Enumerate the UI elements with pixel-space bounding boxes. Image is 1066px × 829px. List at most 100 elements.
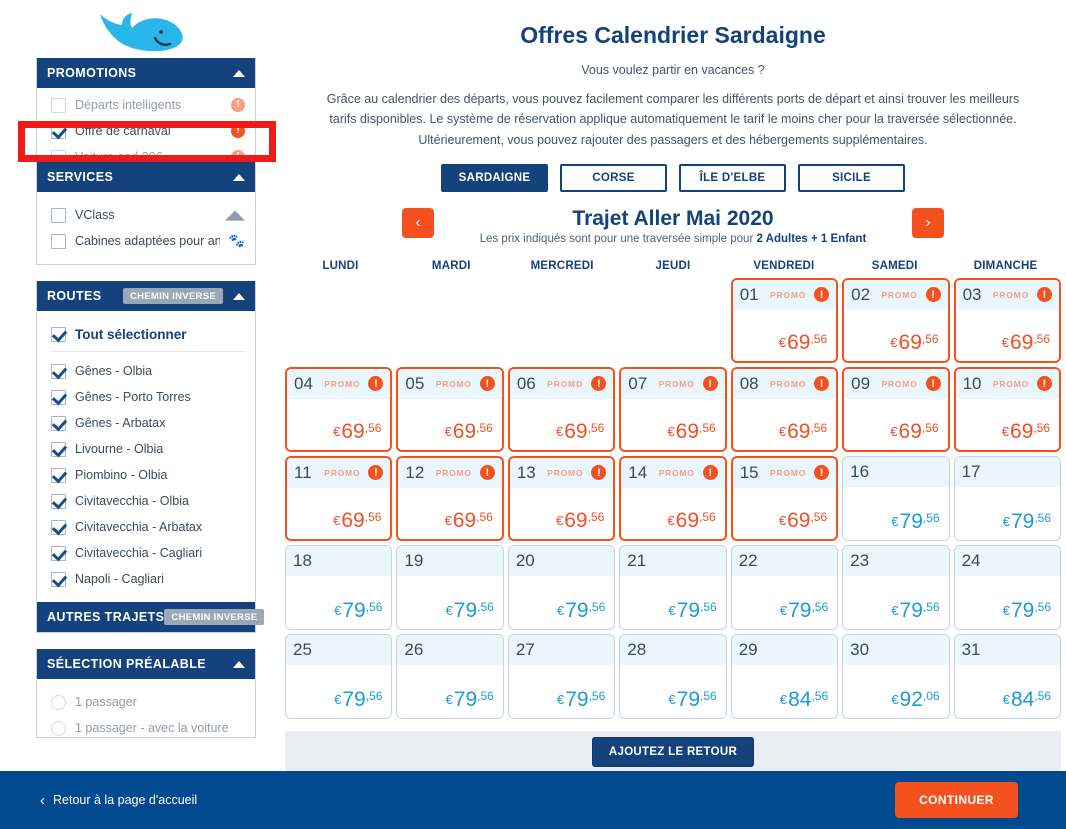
calendar-day-cell[interactable]: 15 PROMO €69,56 [730, 455, 839, 541]
promotion-option-departs-intelligents[interactable]: Départs intelligents [51, 92, 245, 118]
tab-corse[interactable]: CORSE [560, 163, 667, 192]
preselection-option-1-passager-voiture[interactable]: 1 passager - avec la voiture [51, 715, 245, 737]
promo-info-icon[interactable] [814, 287, 830, 303]
calendar-day-cell[interactable]: 23 €79,56 [842, 544, 950, 630]
calendar-day-cell[interactable]: 03 PROMO €69,56 [953, 277, 1061, 363]
calendar-day-cell[interactable]: 29 €84,56 [730, 633, 839, 719]
checkbox-vclass[interactable] [51, 207, 66, 223]
checkbox-route[interactable] [51, 493, 66, 509]
promo-info-icon[interactable] [368, 376, 384, 392]
chevron-up-icon[interactable] [233, 292, 245, 300]
radio-1-passager-voiture[interactable] [51, 720, 66, 736]
calendar-day-cell[interactable]: 08 PROMO €69,56 [730, 366, 839, 452]
promo-info-icon[interactable] [231, 149, 245, 162]
checkbox-route[interactable] [51, 545, 66, 561]
tab-ile-delbe[interactable]: ÎLE D'ELBE [679, 163, 786, 192]
route-item[interactable]: Civitavecchia - Olbia [51, 488, 245, 514]
promo-info-icon[interactable] [814, 376, 830, 392]
calendar-day-cell[interactable]: 25 €79,56 [285, 633, 393, 719]
panel-services-header[interactable]: SERVICES [37, 162, 255, 192]
panel-other-routes-header[interactable]: AUTRES TRAJETS CHEMIN INVERSE [37, 602, 287, 632]
chevron-up-icon[interactable] [233, 173, 245, 181]
checkbox-route[interactable] [51, 389, 66, 405]
calendar-day-cell[interactable]: 27 €79,56 [507, 633, 616, 719]
promo-info-icon[interactable] [1037, 376, 1052, 392]
checkbox-select-all[interactable] [51, 326, 66, 342]
calendar-day-cell[interactable]: 12 PROMO €69,56 [396, 455, 504, 541]
checkbox-route[interactable] [51, 415, 66, 431]
calendar-day-cell[interactable]: 21 €79,56 [619, 544, 727, 630]
promotion-option-offre-de-carnaval[interactable]: Offre de carnaval [51, 118, 245, 144]
calendar-day-cell[interactable]: 05 PROMO €69,56 [396, 366, 504, 452]
chevron-left-icon[interactable]: ‹ [402, 207, 434, 238]
promo-info-icon[interactable] [591, 465, 607, 481]
calendar-day-cell[interactable]: 11 PROMO €69,56 [285, 455, 393, 541]
calendar-day-cell[interactable]: 20 €79,56 [507, 544, 616, 630]
checkbox-voiture-apd-20[interactable] [51, 149, 66, 162]
route-item[interactable]: Civitavecchia - Arbatax [51, 514, 245, 540]
calendar-day-cell[interactable]: 13 PROMO €69,56 [507, 455, 616, 541]
tab-sardaigne[interactable]: SARDAIGNE [441, 163, 548, 192]
tab-sicile[interactable]: SICILE [798, 163, 905, 192]
calendar-day-cell[interactable]: 19 €79,56 [396, 544, 504, 630]
route-item[interactable]: Napoli - Cagliari [51, 566, 245, 592]
promo-info-icon[interactable] [925, 376, 941, 392]
checkbox-route[interactable] [51, 571, 66, 587]
calendar-day-cell[interactable]: 14 PROMO €69,56 [619, 455, 727, 541]
calendar-day-cell[interactable]: 24 €79,56 [953, 544, 1061, 630]
calendar-day-cell[interactable]: 01 PROMO €69,56 [730, 277, 839, 363]
continue-button[interactable]: CONTINUER [895, 782, 1018, 818]
checkbox-route[interactable] [51, 363, 66, 379]
promo-info-icon[interactable] [479, 376, 495, 392]
checkbox-offre-de-carnaval[interactable] [51, 123, 66, 139]
checkbox-cabines-animaux[interactable] [51, 233, 66, 249]
radio-1-passager[interactable] [51, 694, 66, 710]
panel-promotions-header[interactable]: PROMOTIONS [37, 58, 255, 88]
add-return-button[interactable]: AJOUTEZ LE RETOUR [591, 736, 755, 767]
calendar-day-cell[interactable]: 06 PROMO €69,56 [507, 366, 616, 452]
promo-info-icon[interactable] [702, 465, 718, 481]
routes-reverse-chip[interactable]: CHEMIN INVERSE [122, 288, 223, 304]
promo-info-icon[interactable] [368, 465, 384, 481]
calendar-day-cell[interactable]: 02 PROMO €69,56 [842, 277, 950, 363]
checkbox-route[interactable] [51, 467, 66, 483]
back-to-home-link[interactable]: ‹ Retour à la page d'accueil [40, 792, 197, 809]
route-item[interactable]: Gênes - Porto Torres [51, 384, 245, 410]
promo-info-icon[interactable] [925, 287, 941, 303]
calendar-day-cell[interactable]: 26 €79,56 [396, 633, 504, 719]
route-item[interactable]: Civitavecchia - Cagliari [51, 540, 245, 566]
chevron-right-icon[interactable]: › [912, 207, 944, 238]
service-option-vclass[interactable]: VClass ◢◣ [51, 202, 245, 228]
route-item[interactable]: Livourne - Olbia [51, 436, 245, 462]
promo-info-icon[interactable] [231, 97, 245, 112]
calendar-day-cell[interactable]: 18 €79,56 [285, 544, 393, 630]
calendar-day-cell[interactable]: 09 PROMO €69,56 [842, 366, 950, 452]
route-item[interactable]: Gênes - Olbia [51, 358, 245, 384]
calendar-day-cell[interactable]: 31 €84,56 [953, 633, 1061, 719]
calendar-day-cell[interactable]: 22 €79,56 [730, 544, 839, 630]
promo-info-icon[interactable] [591, 376, 607, 392]
chevron-up-icon[interactable] [233, 660, 245, 668]
calendar-day-cell[interactable]: 04 PROMO €69,56 [285, 366, 393, 452]
checkbox-route[interactable] [51, 519, 66, 535]
calendar-day-cell[interactable]: 10 PROMO €69,56 [953, 366, 1061, 452]
chevron-up-icon[interactable] [233, 69, 245, 77]
preselection-option-1-passager[interactable]: 1 passager [51, 689, 245, 715]
panel-routes-header[interactable]: ROUTES CHEMIN INVERSE [37, 281, 255, 311]
calendar-day-cell[interactable]: 17 €79,56 [953, 455, 1061, 541]
promo-info-icon[interactable] [814, 465, 830, 481]
checkbox-route[interactable] [51, 441, 66, 457]
promo-info-icon[interactable] [1037, 287, 1052, 303]
calendar-day-cell[interactable]: 16 €79,56 [842, 455, 950, 541]
route-select-all[interactable]: Tout sélectionner [51, 321, 245, 347]
promo-info-icon[interactable] [702, 376, 718, 392]
route-item[interactable]: Gênes - Arbatax [51, 410, 245, 436]
promo-info-icon[interactable] [231, 123, 245, 138]
service-option-cabines-animaux[interactable]: Cabines adaptées pour animaux 🐾 [51, 228, 245, 254]
other-routes-reverse-chip[interactable]: CHEMIN INVERSE [164, 609, 265, 625]
checkbox-departs-intelligents[interactable] [51, 97, 66, 113]
promo-info-icon[interactable] [479, 465, 495, 481]
calendar-day-cell[interactable]: 30 €92,06 [842, 633, 950, 719]
route-item[interactable]: Piombino - Olbia [51, 462, 245, 488]
calendar-day-cell[interactable]: 07 PROMO €69,56 [619, 366, 727, 452]
